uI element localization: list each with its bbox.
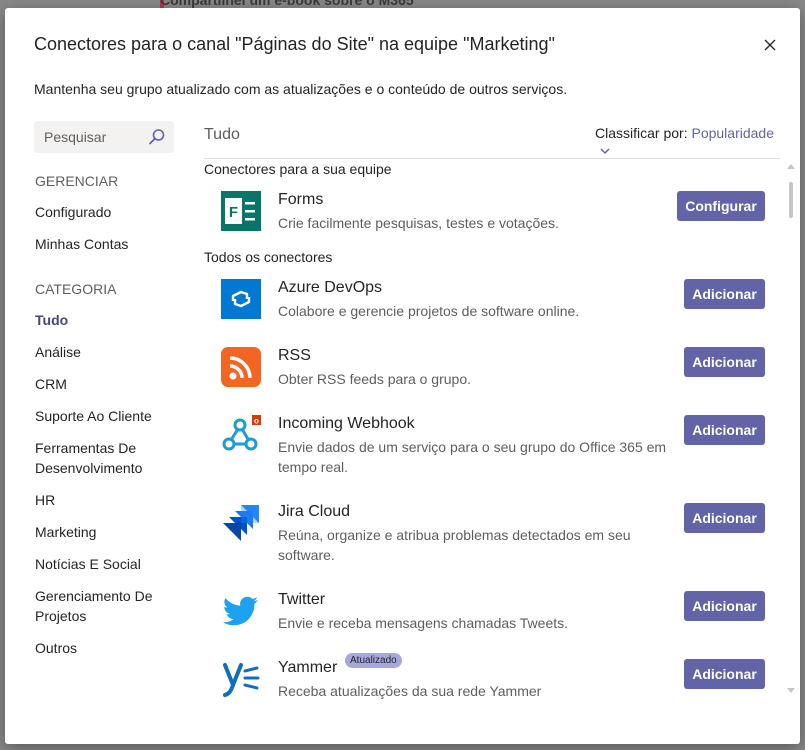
- jira-icon: [221, 503, 261, 543]
- header-divider: [204, 158, 780, 159]
- sidebar-item-all[interactable]: Tudo: [35, 310, 175, 330]
- add-button[interactable]: Adicionar: [684, 591, 765, 621]
- connector-name: RSS: [278, 347, 311, 364]
- twitter-icon: [221, 591, 261, 631]
- category-header: CATEGORIA: [35, 281, 117, 297]
- sidebar-item-dev-tools[interactable]: Ferramentas De Desenvolvimento: [35, 438, 145, 478]
- svg-text:o: o: [254, 417, 259, 426]
- dialog-title: Conectores para o canal "Páginas do Site…: [34, 34, 555, 54]
- sidebar-item-analytics[interactable]: Análise: [35, 342, 175, 362]
- add-button[interactable]: Adicionar: [684, 279, 765, 309]
- sort-label: Classificar por:: [595, 125, 688, 141]
- sidebar-item-configured[interactable]: Configurado: [35, 202, 175, 222]
- search-input[interactable]: [34, 121, 144, 153]
- webhook-icon: o: [221, 415, 261, 455]
- connector-description: Envie e receba mensagens chamadas Tweets…: [278, 615, 569, 631]
- sidebar-item-other[interactable]: Outros: [35, 638, 175, 658]
- connector-description: Crie facilmente pesquisas, testes e vota…: [278, 215, 559, 231]
- azure-devops-icon: [221, 279, 261, 319]
- sidebar-item-news-social[interactable]: Notícias E Social: [35, 554, 175, 574]
- team-connectors-label: Conectores para a sua equipe: [204, 161, 392, 177]
- connector-description: Obter RSS feeds para o grupo.: [278, 371, 471, 387]
- connector-name: Jira Cloud: [278, 503, 351, 520]
- scroll-up-icon[interactable]: [787, 163, 795, 169]
- connector-name: Forms: [278, 191, 324, 208]
- backdrop-post-title: Compartilhei um e-book sobre o M365: [160, 0, 414, 8]
- sort-value[interactable]: Popularidade: [691, 125, 774, 141]
- dialog-subtitle: Mantenha seu grupo atualizado com as atu…: [34, 81, 568, 97]
- scroll-down-icon[interactable]: [787, 688, 795, 694]
- configure-button[interactable]: Configurar: [677, 191, 765, 221]
- close-icon: [764, 39, 776, 51]
- sort-control: Classificar por: Popularidade: [595, 125, 774, 141]
- manage-header: GERENCIAR: [35, 173, 119, 189]
- yammer-icon: [221, 659, 261, 699]
- connector-name: Yammer: [278, 659, 338, 676]
- connector-name: Twitter: [278, 591, 326, 608]
- add-button[interactable]: Adicionar: [684, 415, 765, 445]
- connector-description: Colabore e gerencie projetos de software…: [278, 303, 580, 319]
- search-box: [34, 121, 174, 153]
- connector-description: Envie dados de um serviço para o seu gru…: [278, 439, 667, 475]
- content-title: Tudo: [204, 126, 240, 143]
- connector-description: Reúna, organize e atribua problemas dete…: [278, 527, 631, 563]
- search-icon[interactable]: [148, 128, 166, 146]
- all-connectors-label: Todos os conectores: [204, 249, 333, 265]
- connectors-dialog: Conectores para o canal "Páginas do Site…: [5, 8, 800, 744]
- sidebar-item-hr[interactable]: HR: [35, 490, 175, 510]
- add-button[interactable]: Adicionar: [684, 503, 765, 533]
- sidebar-item-marketing[interactable]: Marketing: [35, 522, 175, 542]
- scrollbar-thumb[interactable]: [789, 182, 793, 218]
- svg-text:F: F: [229, 204, 238, 221]
- connector-description: Receba atualizações da sua rede Yammer: [278, 683, 542, 699]
- sidebar-item-crm[interactable]: CRM: [35, 374, 175, 394]
- sidebar-item-project-management[interactable]: Gerenciamento De Projetos: [35, 586, 160, 626]
- rss-icon: [221, 347, 261, 387]
- sidebar-item-my-accounts[interactable]: Minhas Contas: [35, 234, 175, 254]
- add-button[interactable]: Adicionar: [684, 659, 765, 689]
- forms-icon: F: [221, 191, 261, 231]
- updated-badge: Atualizado: [345, 653, 402, 668]
- sidebar-item-customer-support[interactable]: Suporte Ao Cliente: [35, 406, 175, 426]
- close-button[interactable]: [759, 34, 781, 56]
- chevron-down-icon[interactable]: [599, 147, 611, 155]
- connector-name: Azure DevOps: [278, 279, 383, 296]
- add-button[interactable]: Adicionar: [684, 347, 765, 377]
- connector-name: Incoming Webhook: [278, 415, 415, 432]
